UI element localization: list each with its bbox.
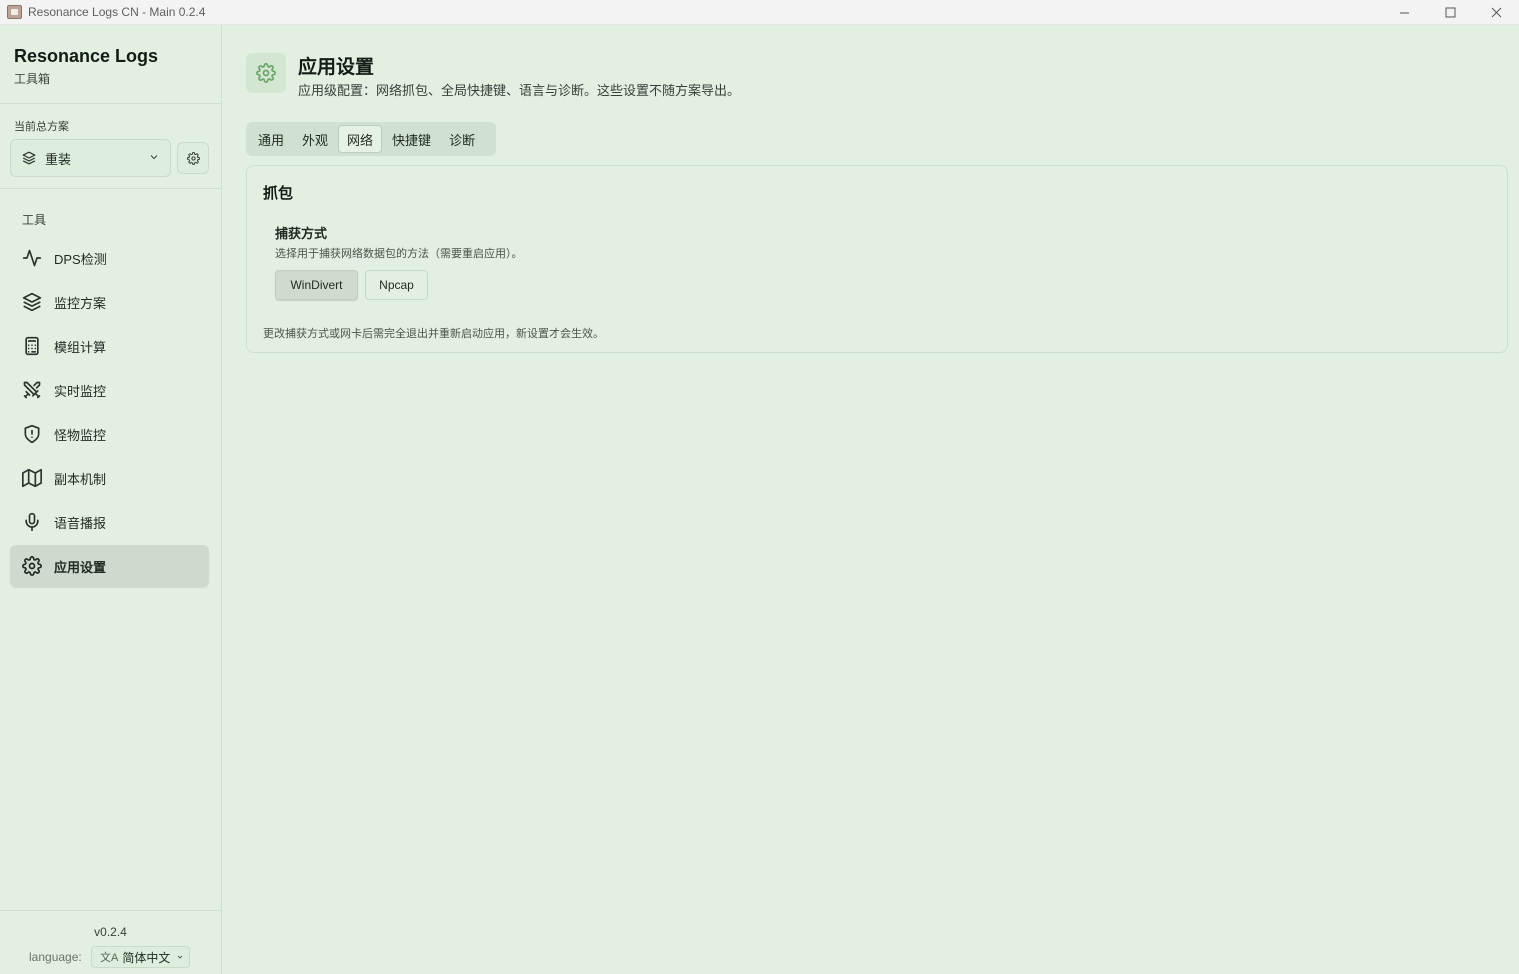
gear-icon (22, 556, 42, 576)
sidebar: Resonance Logs 工具箱 当前总方案 重装 工具 DPS检测 监控方 (0, 25, 222, 974)
sidebar-nav: DPS检测 监控方案 模组计算 实时监控 怪物监控 副本机制 语音播报 应用设置 (10, 237, 209, 589)
sidebar-item-monitor-profiles[interactable]: 监控方案 (10, 281, 209, 323)
language-select[interactable]: 文A 简体中文 (91, 946, 190, 968)
sidebar-item-label: 语音播报 (54, 515, 107, 531)
brand-subtitle: 工具箱 (14, 72, 51, 86)
page-header-icon (246, 53, 286, 93)
gear-icon (256, 63, 276, 83)
sidebar-item-app-settings[interactable]: 应用设置 (10, 545, 209, 587)
brand-title: Resonance Logs (14, 46, 159, 66)
sidebar-item-label: 副本机制 (54, 471, 107, 487)
maximize-button[interactable] (1427, 0, 1473, 25)
version-text: v0.2.4 (94, 925, 127, 939)
tab-shortcuts[interactable]: 快捷键 (384, 125, 439, 153)
layers-icon (22, 292, 42, 312)
page-description: 应用级配置：网络抓包、全局快捷键、语言与诊断。这些设置不随方案导出。 (298, 83, 741, 98)
sidebar-item-live-monitor[interactable]: 实时监控 (10, 369, 209, 411)
page-title: 应用设置 (298, 57, 375, 78)
sidebar-item-label: 模组计算 (54, 339, 107, 355)
capture-method-description: 选择用于捕获网络数据包的方法（需要重启应用）。 (275, 248, 523, 260)
tab-general[interactable]: 通用 (250, 125, 292, 153)
sidebar-item-label: 实时监控 (54, 383, 107, 399)
capture-method-label: 捕获方式 (275, 226, 328, 241)
close-button[interactable] (1473, 0, 1519, 25)
activity-icon (22, 248, 42, 268)
sidebar-item-label: 怪物监控 (54, 427, 107, 443)
restart-note: 更改捕获方式或网卡后需完全退出并重新启动应用，新设置才会生效。 (263, 328, 604, 340)
profile-settings-button[interactable] (177, 142, 209, 174)
close-icon (1491, 7, 1501, 18)
sidebar-item-module-calc[interactable]: 模组计算 (10, 325, 209, 367)
sidebar-item-label: 监控方案 (54, 295, 107, 311)
layers-icon (22, 151, 36, 165)
chevron-down-icon (148, 151, 160, 163)
npcap-option-button[interactable]: Npcap (365, 270, 428, 300)
map-icon (22, 468, 42, 488)
tab-diagnostics[interactable]: 诊断 (441, 125, 483, 153)
language-value: 简体中文 (122, 950, 171, 965)
sidebar-item-dps[interactable]: DPS检测 (10, 237, 209, 279)
window-controls (1381, 0, 1519, 25)
windivert-option-button[interactable]: WinDivert (275, 270, 358, 300)
maximize-icon (1445, 7, 1455, 18)
shield-icon (22, 424, 42, 444)
sidebar-footer: v0.2.4 language: 文A 简体中文 (0, 910, 221, 974)
swords-icon (22, 380, 42, 400)
profile-value: 重装 (45, 151, 72, 167)
mic-icon (22, 512, 42, 532)
brand: Resonance Logs 工具箱 (0, 25, 221, 104)
settings-tabs: 通用 外观 网络 快捷键 诊断 (246, 122, 496, 156)
window-titlebar: Resonance Logs CN - Main 0.2.4 (0, 0, 1519, 25)
sidebar-item-label: DPS检测 (54, 251, 107, 267)
sidebar-item-dungeon-mechanics[interactable]: 副本机制 (10, 457, 209, 499)
profile-select[interactable]: 重装 (10, 139, 171, 177)
window-title: Resonance Logs CN - Main 0.2.4 (28, 5, 206, 19)
translate-icon: 文A (100, 952, 119, 964)
capture-card: 抓包 捕获方式 选择用于捕获网络数据包的方法（需要重启应用）。 WinDiver… (246, 165, 1508, 353)
minimize-icon (1399, 12, 1409, 14)
gear-icon (186, 151, 200, 165)
minimize-button[interactable] (1381, 0, 1427, 25)
language-label: language: (29, 950, 82, 964)
tools-section-label: 工具 (22, 213, 47, 227)
chevron-down-icon (176, 953, 184, 961)
calculator-icon (22, 336, 42, 356)
profile-label: 当前总方案 (14, 121, 69, 133)
main-content: 应用设置 应用级配置：网络抓包、全局快捷键、语言与诊断。这些设置不随方案导出。 … (222, 25, 1519, 974)
sidebar-item-monster-monitor[interactable]: 怪物监控 (10, 413, 209, 455)
sidebar-item-label: 应用设置 (54, 559, 107, 575)
card-title: 抓包 (263, 185, 294, 202)
sidebar-divider (0, 188, 221, 189)
tab-appearance[interactable]: 外观 (294, 125, 336, 153)
tab-network[interactable]: 网络 (338, 125, 383, 153)
sidebar-item-voice-broadcast[interactable]: 语音播报 (10, 501, 209, 543)
app-icon (7, 5, 22, 19)
